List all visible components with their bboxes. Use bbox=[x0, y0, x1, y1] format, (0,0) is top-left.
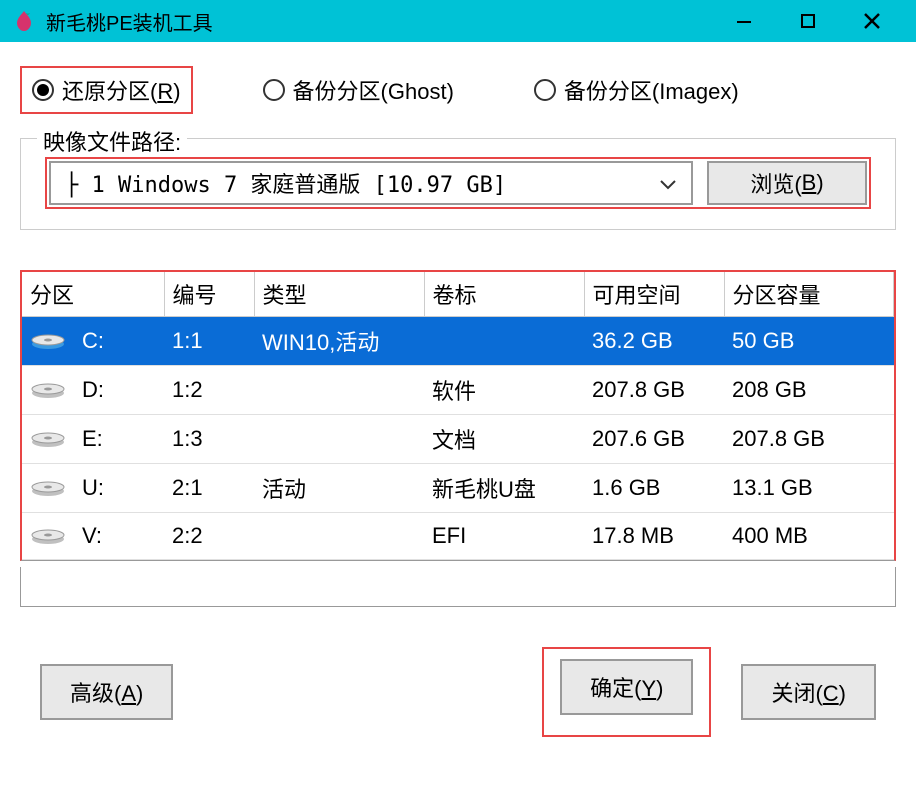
cell-number: 2:1 bbox=[164, 464, 254, 513]
table-header-row: 分区 编号 类型 卷标 可用空间 分区容量 bbox=[22, 272, 894, 317]
cell-label: 新毛桃U盘 bbox=[424, 464, 584, 513]
cell-capacity: 50 GB bbox=[724, 317, 894, 366]
cell-number: 2:2 bbox=[164, 513, 254, 560]
cell-capacity: 400 MB bbox=[724, 513, 894, 560]
image-path-dropdown[interactable]: ├ 1 Windows 7 家庭普通版 [10.97 GB] bbox=[49, 161, 693, 205]
image-path-label: 映像文件路径: bbox=[37, 125, 187, 157]
table-row[interactable]: D:1:2 软件207.8 GB208 GB bbox=[22, 366, 894, 415]
cell-type: WIN10,活动 bbox=[254, 317, 424, 366]
app-icon bbox=[12, 9, 36, 33]
table-row[interactable]: U:2:1活动新毛桃U盘1.6 GB13.1 GB bbox=[22, 464, 894, 513]
col-capacity[interactable]: 分区容量 bbox=[724, 272, 894, 317]
mode-radio-group: 还原分区(R) 备份分区(Ghost) 备份分区(Imagex) bbox=[20, 66, 896, 114]
ok-button[interactable]: 确定(Y) bbox=[560, 659, 693, 715]
col-partition[interactable]: 分区 bbox=[22, 272, 164, 317]
cell-label: 文档 bbox=[424, 415, 584, 464]
cell-drive: V: bbox=[74, 513, 164, 560]
disk-icon bbox=[30, 521, 66, 545]
col-label[interactable]: 卷标 bbox=[424, 272, 584, 317]
advanced-button[interactable]: 高级(A) bbox=[40, 664, 173, 720]
image-path-value: ├ 1 Windows 7 家庭普通版 [10.97 GB] bbox=[65, 167, 506, 199]
cell-capacity: 208 GB bbox=[724, 366, 894, 415]
cell-capacity: 207.8 GB bbox=[724, 415, 894, 464]
radio-label: 备份分区(Ghost) bbox=[293, 74, 454, 106]
disk-icon bbox=[30, 326, 66, 350]
cell-free: 207.8 GB bbox=[584, 366, 724, 415]
close-button[interactable] bbox=[856, 5, 888, 37]
cell-drive: E: bbox=[74, 415, 164, 464]
radio-icon bbox=[263, 79, 285, 101]
cell-drive: D: bbox=[74, 366, 164, 415]
radio-icon bbox=[534, 79, 556, 101]
cell-label: EFI bbox=[424, 513, 584, 560]
ok-highlight: 确定(Y) bbox=[542, 647, 711, 737]
cell-label: 软件 bbox=[424, 366, 584, 415]
disk-icon bbox=[30, 473, 66, 497]
cell-number: 1:3 bbox=[164, 415, 254, 464]
bottom-button-row: 高级(A) 确定(Y) 关闭(C) bbox=[20, 647, 896, 737]
partition-table-wrap: 分区 编号 类型 卷标 可用空间 分区容量 C:1:1WIN10,活动 36.2 … bbox=[20, 270, 896, 561]
col-number[interactable]: 编号 bbox=[164, 272, 254, 317]
chevron-down-icon bbox=[659, 171, 677, 196]
table-row[interactable]: E:1:3 文档207.6 GB207.8 GB bbox=[22, 415, 894, 464]
close-app-button[interactable]: 关闭(C) bbox=[741, 664, 876, 720]
partition-table: 分区 编号 类型 卷标 可用空间 分区容量 C:1:1WIN10,活动 36.2 … bbox=[22, 272, 894, 560]
cell-capacity: 13.1 GB bbox=[724, 464, 894, 513]
radio-backup-ghost[interactable]: 备份分区(Ghost) bbox=[253, 68, 464, 112]
cell-free: 17.8 MB bbox=[584, 513, 724, 560]
table-row[interactable]: C:1:1WIN10,活动 36.2 GB50 GB bbox=[22, 317, 894, 366]
cell-drive: C: bbox=[74, 317, 164, 366]
cell-free: 1.6 GB bbox=[584, 464, 724, 513]
disk-icon bbox=[30, 375, 66, 399]
window-title: 新毛桃PE装机工具 bbox=[46, 7, 728, 36]
col-free[interactable]: 可用空间 bbox=[584, 272, 724, 317]
maximize-button[interactable] bbox=[792, 5, 824, 37]
cell-type bbox=[254, 366, 424, 415]
cell-label bbox=[424, 317, 584, 366]
cell-drive: U: bbox=[74, 464, 164, 513]
radio-backup-imagex[interactable]: 备份分区(Imagex) bbox=[524, 68, 749, 112]
window-controls bbox=[728, 5, 888, 37]
table-footer-space bbox=[20, 567, 896, 607]
cell-type bbox=[254, 513, 424, 560]
radio-label: 备份分区(Imagex) bbox=[564, 74, 739, 106]
col-type[interactable]: 类型 bbox=[254, 272, 424, 317]
disk-icon bbox=[30, 424, 66, 448]
cell-number: 1:1 bbox=[164, 317, 254, 366]
cell-number: 1:2 bbox=[164, 366, 254, 415]
radio-label: 还原分区(R) bbox=[62, 74, 181, 106]
cell-free: 207.6 GB bbox=[584, 415, 724, 464]
cell-free: 36.2 GB bbox=[584, 317, 724, 366]
browse-button[interactable]: 浏览(B) bbox=[707, 161, 867, 205]
cell-type: 活动 bbox=[254, 464, 424, 513]
titlebar: 新毛桃PE装机工具 bbox=[0, 0, 916, 42]
minimize-button[interactable] bbox=[728, 5, 760, 37]
table-row[interactable]: V:2:2 EFI17.8 MB400 MB bbox=[22, 513, 894, 560]
radio-icon bbox=[32, 79, 54, 101]
cell-type bbox=[254, 415, 424, 464]
image-path-fieldset: 映像文件路径: ├ 1 Windows 7 家庭普通版 [10.97 GB] 浏… bbox=[20, 138, 896, 230]
radio-restore-partition[interactable]: 还原分区(R) bbox=[20, 66, 193, 114]
